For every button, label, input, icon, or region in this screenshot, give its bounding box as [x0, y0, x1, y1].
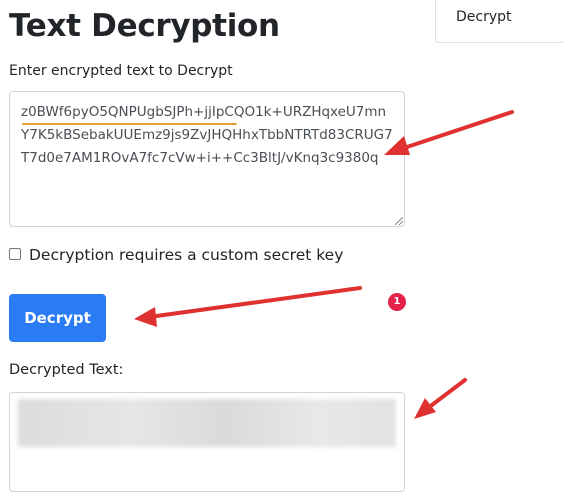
redacted-output-content: [18, 399, 396, 447]
encrypted-text-input[interactable]: z0BWf6pyO5QNPUgbSJPh+jjIpCQO1k+URZHqxeU7…: [9, 91, 406, 311]
page-title: Text Decryption: [9, 8, 280, 44]
annotation-arrowhead-output: [414, 398, 436, 419]
encrypted-text-label: Enter encrypted text to Decrypt: [9, 63, 233, 79]
tab-decrypt[interactable]: Decrypt: [435, 0, 564, 43]
decrypt-button[interactable]: Decrypt: [9, 294, 106, 342]
annotation-arrow-button: [140, 286, 362, 320]
annotation-arrow-input: [390, 110, 514, 154]
encrypted-text-value: z0BWf6pyO5QNPUgbSJPh+jjIpCQO1k+URZHqxeU7…: [21, 104, 393, 166]
custom-key-checkbox-label[interactable]: Decryption requires a custom secret key: [29, 246, 343, 264]
decrypted-text-output[interactable]: [9, 392, 405, 492]
decrypted-text-label: Decrypted Text:: [9, 362, 124, 378]
annotation-arrow-output: [418, 378, 467, 416]
tab-decrypt-label: Decrypt: [456, 9, 512, 25]
spellcheck-underline: [22, 123, 237, 125]
resize-handle-icon[interactable]: [395, 217, 403, 225]
extension-badge[interactable]: 1: [388, 293, 406, 311]
annotation-arrowhead-button: [134, 307, 157, 327]
custom-key-checkbox[interactable]: [9, 248, 21, 260]
